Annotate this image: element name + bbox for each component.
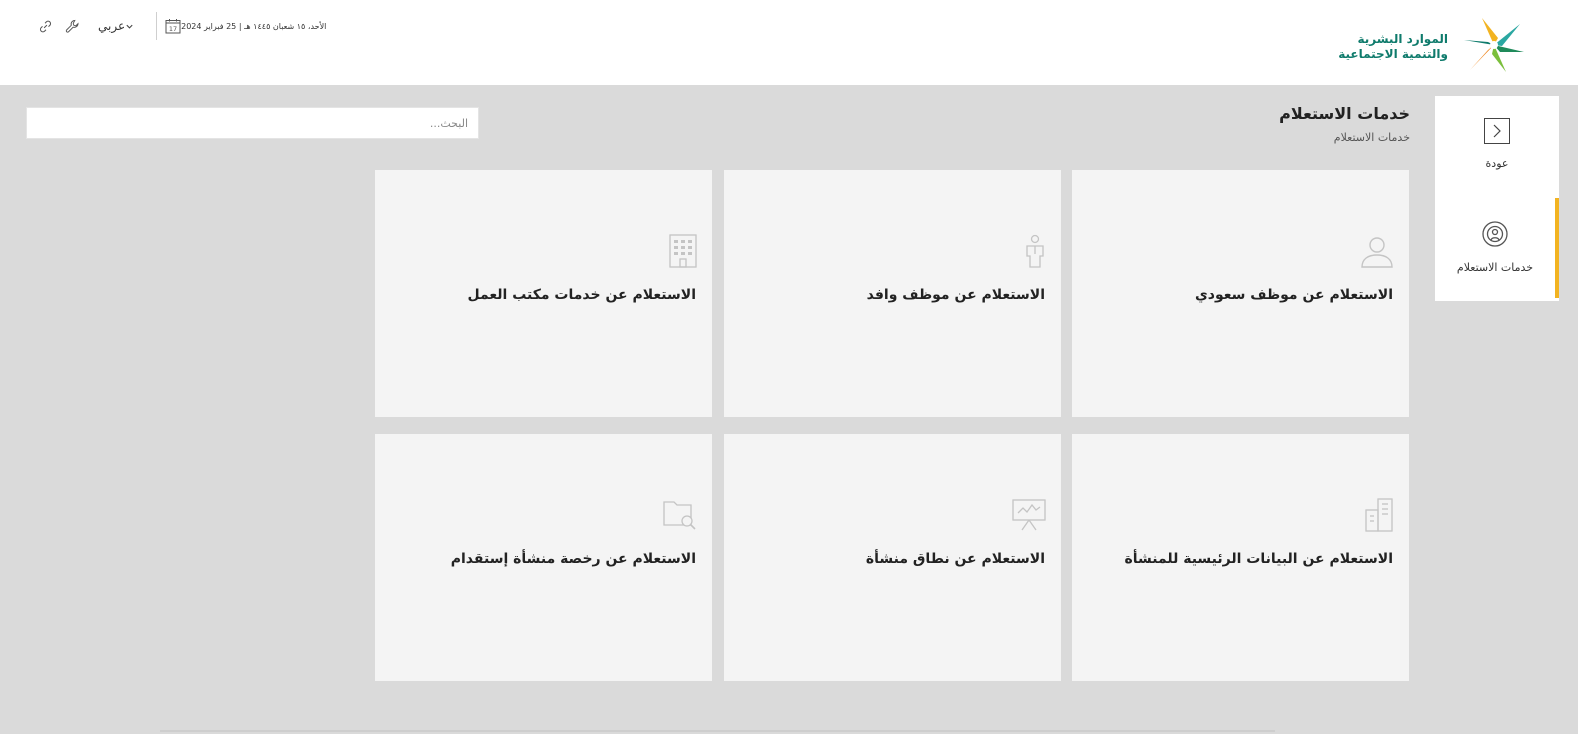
- card-saudi-employee-inquiry[interactable]: الاستعلام عن موظف سعودي: [1072, 170, 1409, 417]
- presentation-chart-icon: [1012, 499, 1046, 531]
- header-tools: الأحد، ١٥ شعبان ١٤٤٥ هـ | 25 فبراير 2024…: [26, 12, 326, 40]
- logo-line-1: الموارد البشرية: [1357, 32, 1448, 46]
- top-header: الموارد البشرية والتنمية الاجتماعية الأح…: [0, 0, 1578, 85]
- card-establishment-data-inquiry[interactable]: الاستعلام عن البيانات الرئيسية للمنشأة: [1072, 434, 1409, 681]
- language-selector[interactable]: عربي: [98, 19, 138, 33]
- calendar-day: 17: [169, 25, 177, 33]
- ministry-logo-text: الموارد البشرية والتنمية الاجتماعية: [1338, 32, 1448, 62]
- sidebar-item-inquiry-services[interactable]: خدمات الاستعلام: [1435, 198, 1559, 298]
- sidebar-item-label: عودة: [1485, 157, 1509, 170]
- logo-line-2: والتنمية الاجتماعية: [1338, 47, 1448, 61]
- date-display: الأحد، ١٥ شعبان ١٤٤٥ هـ | 25 فبراير 2024: [181, 21, 327, 31]
- chevron-down-icon: [126, 24, 133, 29]
- side-menu: عودة خدمات الاستعلام: [1435, 96, 1559, 301]
- search-input[interactable]: [26, 107, 479, 139]
- worker-icon: [1026, 234, 1044, 268]
- ministry-logo-icon[interactable]: [1462, 16, 1526, 74]
- sidebar-item-back[interactable]: عودة: [1435, 96, 1559, 196]
- card-title: الاستعلام عن رخصة منشأة إستقدام: [450, 551, 696, 567]
- header-divider: [156, 12, 158, 40]
- card-title: الاستعلام عن نطاق منشأة: [865, 551, 1045, 567]
- calendar-icon[interactable]: 17: [165, 18, 181, 34]
- wrench-icon[interactable]: [65, 19, 80, 34]
- card-title: الاستعلام عن البيانات الرئيسية للمنشأة: [1124, 551, 1393, 567]
- person-icon: [1361, 237, 1393, 268]
- card-recruitment-license-inquiry[interactable]: الاستعلام عن رخصة منشأة إستقدام: [375, 434, 712, 681]
- chevron-right-icon: [1484, 118, 1510, 144]
- folder-search-icon: [663, 501, 696, 530]
- card-establishment-range-inquiry[interactable]: الاستعلام عن نطاق منشأة: [724, 434, 1061, 681]
- card-labor-office-inquiry[interactable]: الاستعلام عن خدمات مكتب العمل: [375, 170, 712, 417]
- office-buildings-icon: [1365, 498, 1393, 532]
- breadcrumb[interactable]: خدمات الاستعلام: [1334, 131, 1410, 144]
- link-icon[interactable]: [38, 19, 53, 34]
- card-title: الاستعلام عن موظف وافد: [866, 287, 1045, 303]
- language-label: عربي: [98, 19, 126, 33]
- card-expat-employee-inquiry[interactable]: الاستعلام عن موظف وافد: [724, 170, 1061, 417]
- footer-divider: [160, 730, 1275, 732]
- sidebar-item-label: خدمات الاستعلام: [1456, 261, 1534, 274]
- inquiry-signal-icon: [1482, 221, 1508, 247]
- card-title: الاستعلام عن خدمات مكتب العمل: [467, 287, 696, 303]
- card-title: الاستعلام عن موظف سعودي: [1194, 287, 1393, 303]
- page-title: خدمات الاستعلام: [1279, 104, 1410, 123]
- building-icon: [669, 234, 697, 268]
